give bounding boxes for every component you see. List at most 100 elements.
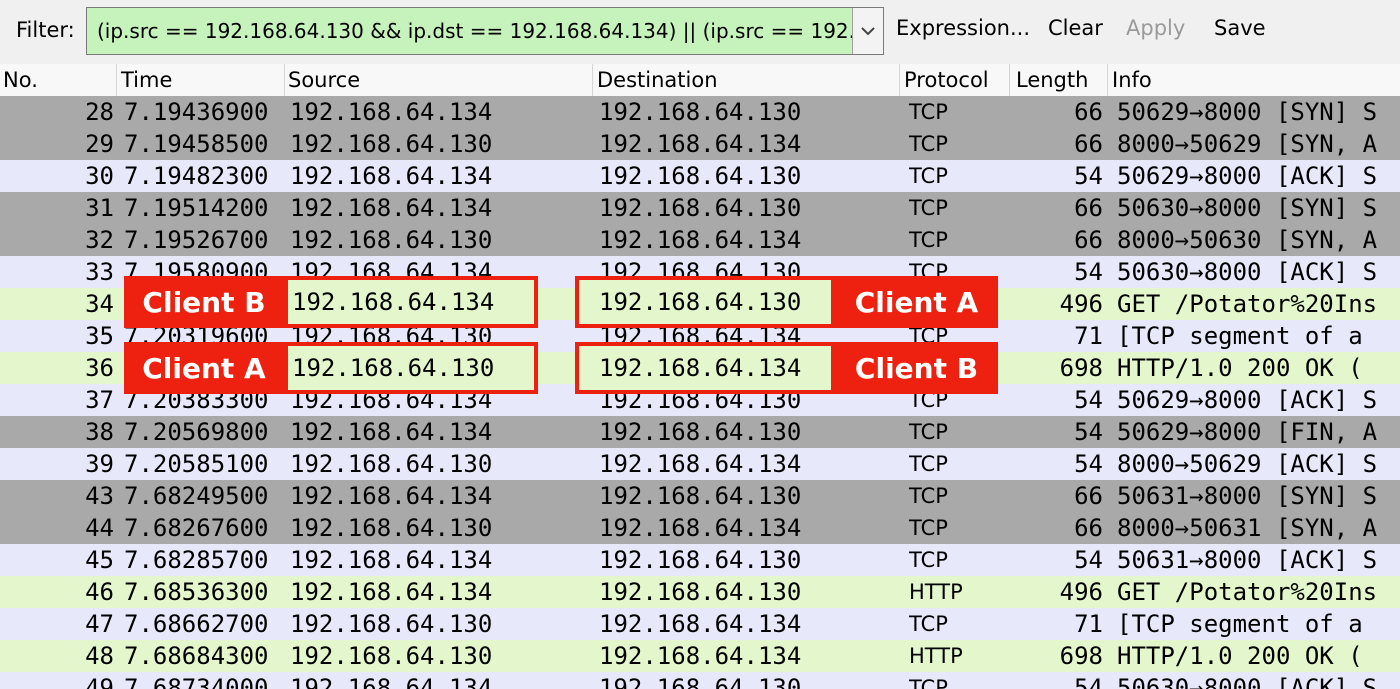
packet-protocol: TCP: [909, 132, 948, 156]
table-row[interactable]: 30 7.19482300 192.168.64.134 192.168.64.130…: [0, 160, 1400, 192]
table-row[interactable]: 32 7.19526700 192.168.64.130 192.168.64.134…: [0, 224, 1400, 256]
packet-destination: 192.168.64.130: [599, 674, 802, 689]
table-row[interactable]: 49 7.68734000 192.168.64.134 192.168.64.130…: [0, 672, 1400, 689]
packet-length: 54: [1074, 546, 1103, 574]
client-label: Client B: [124, 276, 284, 328]
packet-number: 38: [85, 418, 114, 446]
packet-destination: 192.168.64.130: [599, 578, 802, 606]
packet-length: 54: [1074, 674, 1103, 689]
packet-protocol: TCP: [909, 676, 948, 689]
packet-destination: 192.168.64.130: [599, 482, 802, 510]
filter-combobox[interactable]: [86, 7, 884, 55]
packet-protocol: TCP: [909, 420, 948, 444]
packet-source: 192.168.64.134: [290, 482, 493, 510]
clear-button[interactable]: Clear: [1048, 16, 1103, 40]
table-row[interactable]: 29 7.19458500 192.168.64.130 192.168.64.134…: [0, 128, 1400, 160]
table-row[interactable]: 44 7.68267600 192.168.64.130 192.168.64.134…: [0, 512, 1400, 544]
filter-dropdown-button[interactable]: [852, 8, 883, 54]
packet-source: 192.168.64.134: [290, 98, 493, 126]
packet-length: 66: [1074, 130, 1103, 158]
packet-source: 192.168.64.130: [290, 642, 493, 670]
packet-number: 45: [85, 546, 114, 574]
column-header-source[interactable]: Source: [285, 68, 589, 96]
packet-number: 37: [85, 386, 114, 414]
packet-info: 8000→50631 [SYN, A: [1117, 514, 1378, 542]
column-divider[interactable]: [899, 64, 900, 96]
packet-source: 192.168.64.134: [290, 578, 493, 606]
packet-destination: 192.168.64.134: [599, 610, 802, 638]
table-row[interactable]: 43 7.68249500 192.168.64.134 192.168.64.130…: [0, 480, 1400, 512]
filter-label: Filter:: [16, 18, 75, 42]
column-divider[interactable]: [592, 64, 593, 96]
packet-length: 54: [1074, 386, 1103, 414]
packet-number: 44: [85, 514, 114, 542]
packet-number: 30: [85, 162, 114, 190]
packet-number: 34: [85, 290, 114, 318]
column-divider[interactable]: [116, 64, 117, 96]
packet-protocol: TCP: [909, 484, 948, 508]
packet-time: 7.19458500: [124, 130, 269, 158]
packet-info: 50630→8000 [ACK] S: [1117, 258, 1378, 286]
table-row[interactable]: 31 7.19514200 192.168.64.134 192.168.64.130…: [0, 192, 1400, 224]
packet-length: 496: [1059, 578, 1103, 606]
packet-length: 54: [1074, 418, 1103, 446]
packet-info: 50630→8000 [SYN] S: [1117, 194, 1378, 222]
packet-protocol: TCP: [909, 196, 948, 220]
packet-time: 7.19526700: [124, 226, 269, 254]
packet-source: 192.168.64.130: [290, 610, 493, 638]
packet-info: [TCP segment of a: [1117, 322, 1363, 350]
packet-time: 7.68536300: [124, 578, 269, 606]
packet-protocol: HTTP: [909, 580, 963, 604]
chevron-down-icon: [861, 27, 875, 36]
column-header-length[interactable]: Length: [1013, 68, 1105, 96]
annotation-row34-source: Client B 192.168.64.134: [124, 276, 538, 328]
destination-ip-highlight: 192.168.64.134: [575, 342, 835, 394]
table-row[interactable]: 48 7.68684300 192.168.64.130 192.168.64.134…: [0, 640, 1400, 672]
table-row[interactable]: 46 7.68536300 192.168.64.134 192.168.64.130…: [0, 576, 1400, 608]
column-divider[interactable]: [1107, 64, 1108, 96]
packet-time: 7.68734000: [124, 674, 269, 689]
packet-info: HTTP/1.0 200 OK (: [1117, 642, 1363, 670]
packet-source: 192.168.64.134: [290, 546, 493, 574]
save-button[interactable]: Save: [1214, 16, 1266, 40]
filter-input[interactable]: [87, 8, 853, 54]
packet-destination: 192.168.64.130: [599, 194, 802, 222]
packet-time: 7.20585100: [124, 450, 269, 478]
packet-source: 192.168.64.130: [290, 450, 493, 478]
column-header-destination[interactable]: Destination: [594, 68, 894, 96]
table-row[interactable]: 45 7.68285700 192.168.64.134 192.168.64.130…: [0, 544, 1400, 576]
packet-length: 66: [1074, 482, 1103, 510]
packet-destination: 192.168.64.134: [599, 130, 802, 158]
packet-destination: 192.168.64.130: [599, 162, 802, 190]
annotation-row36-destination: 192.168.64.134 Client B: [575, 342, 998, 394]
packet-length: 54: [1074, 258, 1103, 286]
apply-button[interactable]: Apply: [1126, 16, 1185, 40]
packet-length: 66: [1074, 514, 1103, 542]
packet-time: 7.68285700: [124, 546, 269, 574]
column-header-time[interactable]: Time: [118, 68, 282, 96]
packet-length: 698: [1059, 642, 1103, 670]
packet-number: 31: [85, 194, 114, 222]
expression-button[interactable]: Expression...: [896, 16, 1030, 40]
packet-length: 66: [1074, 98, 1103, 126]
table-row[interactable]: 39 7.20585100 192.168.64.130 192.168.64.134…: [0, 448, 1400, 480]
packet-source: 192.168.64.134: [290, 674, 493, 689]
packet-info: 8000→50629 [ACK] S: [1117, 450, 1378, 478]
table-row[interactable]: 38 7.20569800 192.168.64.134 192.168.64.130…: [0, 416, 1400, 448]
table-row[interactable]: 28 7.19436900 192.168.64.134 192.168.64.130…: [0, 96, 1400, 128]
packet-source: 192.168.64.130: [290, 226, 493, 254]
packet-number: 35: [85, 322, 114, 350]
packet-protocol: TCP: [909, 516, 948, 540]
destination-ip-highlight: 192.168.64.130: [575, 276, 835, 328]
column-header-no[interactable]: No.: [0, 68, 114, 96]
packet-protocol: TCP: [909, 100, 948, 124]
table-row[interactable]: 47 7.68662700 192.168.64.130 192.168.64.134…: [0, 608, 1400, 640]
packet-length: 698: [1059, 354, 1103, 382]
packet-info: [TCP segment of a: [1117, 610, 1363, 638]
column-header-info[interactable]: Info: [1109, 68, 1399, 96]
packet-number: 48: [85, 642, 114, 670]
column-divider[interactable]: [1009, 64, 1010, 96]
column-header-protocol[interactable]: Protocol: [901, 68, 1007, 96]
packet-destination: 192.168.64.134: [599, 226, 802, 254]
packet-list-header: No. Time Source Destination Protocol Len…: [0, 64, 1400, 97]
